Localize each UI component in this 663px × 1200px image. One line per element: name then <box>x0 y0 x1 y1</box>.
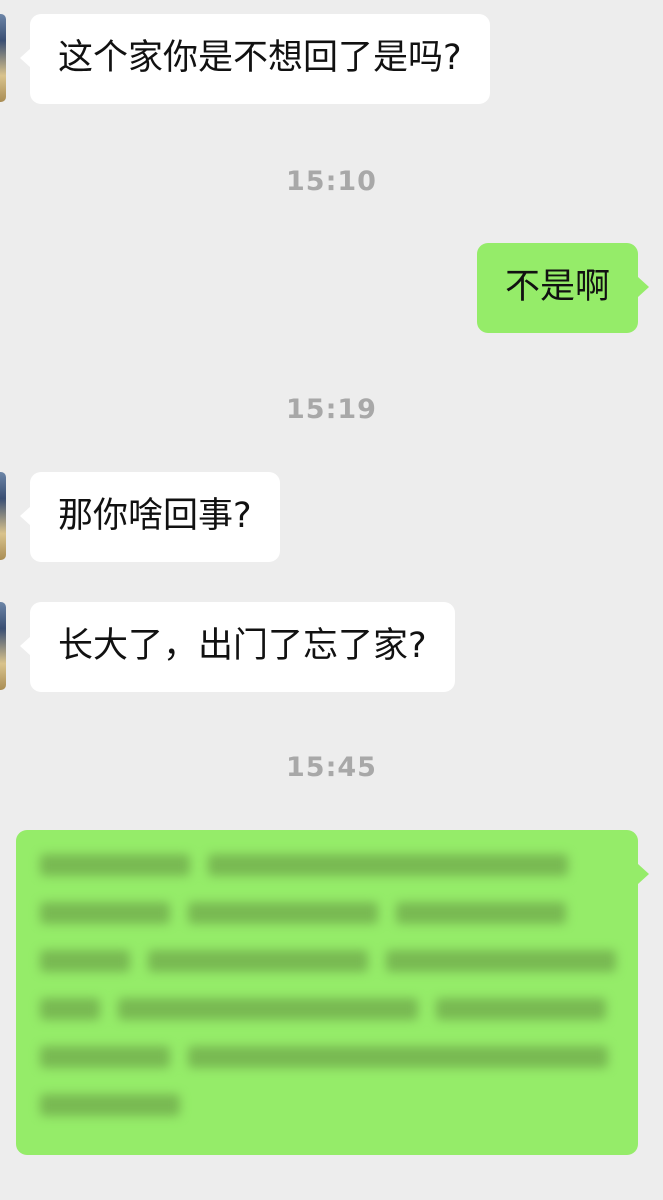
message-text: 不是啊 <box>504 267 610 307</box>
message-bubble-incoming-3[interactable]: 长大了，出门了忘了家? <box>30 602 455 692</box>
tail-outgoing-1 <box>638 277 649 297</box>
timestamp: 15:19 <box>286 394 377 425</box>
message-bubble-incoming-2[interactable]: 那你啥回事? <box>30 472 280 562</box>
timestamp: 15:45 <box>286 752 377 783</box>
contact-avatar[interactable] <box>0 472 6 560</box>
message-text: 那你啥回事? <box>58 496 252 536</box>
message-text: 这个家你是不想回了是吗? <box>58 38 462 78</box>
tail-outgoing-2 <box>638 864 649 884</box>
message-bubble-outgoing-blurred[interactable] <box>16 830 638 1155</box>
contact-avatar[interactable] <box>0 14 6 102</box>
message-bubble-incoming-1[interactable]: 这个家你是不想回了是吗? <box>30 14 490 104</box>
timestamp: 15:10 <box>286 166 377 197</box>
message-text: 长大了，出门了忘了家? <box>58 626 427 666</box>
contact-avatar[interactable] <box>0 602 6 690</box>
blurred-text <box>40 854 620 1142</box>
message-bubble-outgoing-1[interactable]: 不是啊 <box>476 243 638 333</box>
